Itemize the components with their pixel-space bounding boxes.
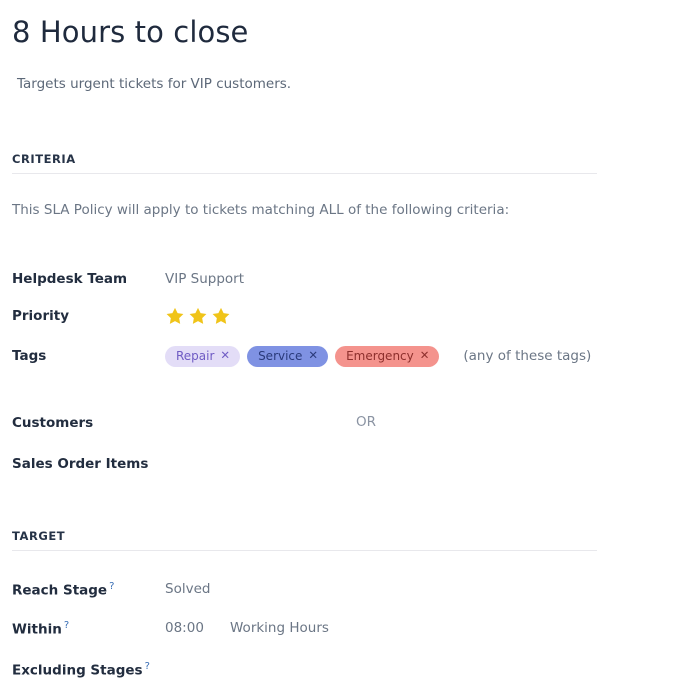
tag-label: Service bbox=[258, 348, 303, 363]
customers-label: Customers bbox=[12, 415, 94, 431]
reach-stage-value[interactable]: Solved bbox=[165, 579, 210, 599]
sla-policy-page: 8 Hours to close Targets urgent tickets … bbox=[0, 0, 674, 690]
target-section-header: TARGET bbox=[12, 529, 597, 551]
row-sales-order-items: Sales Order Items bbox=[12, 453, 165, 475]
reach-stage-label-text: Reach Stage bbox=[12, 582, 108, 599]
tag-label: Emergency bbox=[346, 348, 414, 363]
priority-star-rating[interactable] bbox=[165, 306, 231, 326]
tags-hint: (any of these tags) bbox=[463, 348, 592, 364]
row-customers: Customers bbox=[12, 412, 165, 434]
excluding-stages-label: Excluding Stages? bbox=[12, 657, 165, 681]
criteria-intro-text: This SLA Policy will apply to tickets ma… bbox=[12, 202, 510, 218]
within-time-value[interactable]: 08:00 bbox=[165, 618, 230, 638]
target-section-title: TARGET bbox=[12, 529, 66, 543]
star-icon[interactable] bbox=[188, 306, 208, 326]
within-unit-value[interactable]: Working Hours bbox=[230, 618, 329, 638]
star-icon[interactable] bbox=[165, 306, 185, 326]
tag-chip[interactable]: Repair ✕ bbox=[165, 345, 241, 367]
page-title: 8 Hours to close bbox=[12, 15, 249, 49]
excluding-stages-help-icon[interactable]: ? bbox=[145, 661, 150, 672]
tag-label: Repair bbox=[176, 348, 215, 363]
star-icon[interactable] bbox=[211, 306, 231, 326]
row-reach-stage: Reach Stage? Solved bbox=[12, 578, 210, 600]
criteria-section-header: CRITERIA bbox=[12, 152, 597, 174]
tag-chip[interactable]: Emergency ✕ bbox=[335, 345, 440, 367]
tags-label: Tags bbox=[12, 348, 47, 364]
tag-remove-icon[interactable]: ✕ bbox=[420, 349, 430, 362]
row-within: Within? 08:00 Working Hours bbox=[12, 617, 329, 639]
row-priority: Priority bbox=[12, 305, 231, 327]
tag-list[interactable]: Repair ✕ Service ✕ Emergency ✕ bbox=[165, 345, 440, 367]
excluding-stages-label-text: Excluding Stages bbox=[12, 662, 143, 679]
row-helpdesk-team: Helpdesk Team VIP Support bbox=[12, 268, 244, 290]
within-help-icon[interactable]: ? bbox=[64, 620, 69, 631]
priority-label: Priority bbox=[12, 308, 69, 324]
tag-chip[interactable]: Service ✕ bbox=[247, 345, 329, 367]
or-separator: OR bbox=[356, 414, 377, 430]
row-excluding-stages: Excluding Stages? bbox=[12, 658, 165, 680]
row-tags: Tags Repair ✕ Service ✕ Emergency ✕ (any of t… bbox=[12, 345, 591, 367]
helpdesk-team-value[interactable]: VIP Support bbox=[165, 269, 244, 289]
page-subtitle: Targets urgent tickets for VIP customers… bbox=[17, 76, 292, 92]
target-section-divider bbox=[12, 550, 597, 551]
sales-order-items-label: Sales Order Items bbox=[12, 456, 149, 472]
tag-remove-icon[interactable]: ✕ bbox=[308, 349, 318, 362]
within-label-text: Within bbox=[12, 621, 62, 638]
reach-stage-label: Reach Stage? bbox=[12, 577, 165, 601]
tag-remove-icon[interactable]: ✕ bbox=[220, 349, 230, 362]
criteria-section-divider bbox=[12, 173, 597, 174]
helpdesk-team-label: Helpdesk Team bbox=[12, 271, 128, 287]
within-label: Within? bbox=[12, 616, 165, 640]
criteria-section-title: CRITERIA bbox=[12, 152, 76, 166]
reach-stage-help-icon[interactable]: ? bbox=[109, 581, 114, 592]
